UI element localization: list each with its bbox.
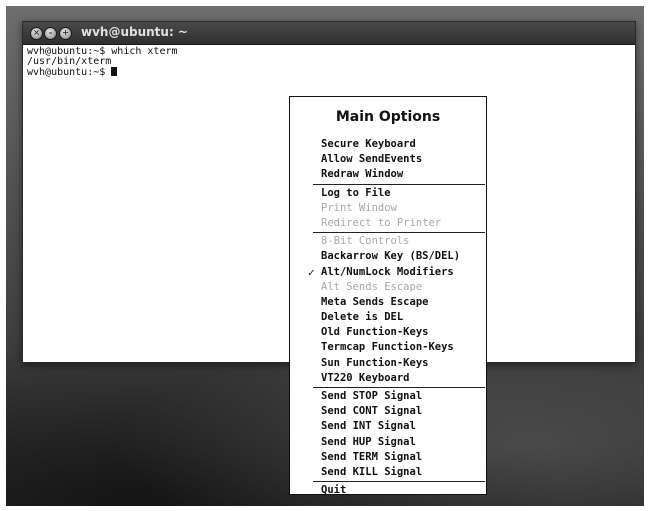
menu-item-label: Alt/NumLock Modifiers — [321, 265, 454, 278]
menu-item-send-hup-signal[interactable]: Send HUP Signal — [290, 435, 486, 450]
menu-item-label: Send STOP Signal — [321, 390, 423, 402]
close-window-button[interactable]: × — [30, 27, 43, 40]
menu-item-label: Redraw Window — [321, 168, 404, 181]
menu-item-send-term-signal[interactable]: Send TERM Signal — [290, 450, 486, 465]
menu-item-backarrow-key-bs-del[interactable]: Backarrow Key (BS/DEL) — [290, 249, 486, 264]
menu-item-label: Sun Function-Keys — [321, 356, 429, 369]
menu-item-label: Old Function-Keys — [321, 326, 429, 339]
close-icon: × — [33, 28, 40, 37]
menu-item-log-to-file[interactable]: Log to File — [290, 186, 486, 201]
menu-item-label: Send KILL Signal — [321, 465, 423, 478]
menu-item-send-stop-signal[interactable]: Send STOP Signal — [290, 389, 486, 404]
menu-item-send-kill-signal[interactable]: Send KILL Signal — [290, 465, 486, 480]
menu-item-label: Alt Sends Escape — [321, 280, 423, 293]
menu-item-alt-sends-escape: Alt Sends Escape — [290, 280, 486, 295]
menu-separator — [313, 481, 485, 483]
menu-item-label: Meta Sends Escape — [321, 295, 429, 308]
main-options-menu: Main Options Secure Keyboard Allow SendEv… — [289, 96, 487, 498]
menu-item-label: Quit — [321, 484, 347, 497]
menu-title: Main Options — [335, 109, 441, 125]
menu-item-label: Delete is DEL — [321, 311, 404, 324]
maximize-icon: + — [62, 28, 69, 37]
terminal-line: /usr/bin/xterm — [27, 56, 112, 67]
menu-item-sun-function-keys[interactable]: Sun Function-Keys — [290, 356, 486, 371]
window-titlebar[interactable]: × – + wvh@ubuntu: ~ — [23, 22, 635, 45]
minimize-icon: – — [48, 28, 53, 37]
text-cursor — [111, 67, 118, 76]
menu-item-label: Secure Keyboard — [321, 138, 416, 150]
menu-item-alt-numlock-modifiers[interactable]: ✓ Alt/NumLock Modifiers — [290, 265, 486, 280]
menu-item-label: Send HUP Signal — [321, 435, 416, 448]
menu-item-label: Send CONT Signal — [321, 405, 423, 418]
minimize-window-button[interactable]: – — [44, 27, 57, 40]
menu-item-quit[interactable]: Quit — [290, 483, 486, 498]
menu-item-allow-sendevents[interactable]: Allow SendEvents — [290, 152, 486, 167]
menu-item-8-bit-controls: 8-Bit Controls — [290, 234, 486, 249]
window-title: wvh@ubuntu: ~ — [81, 25, 188, 39]
menu-separator — [313, 232, 485, 234]
menu-item-label: Send TERM Signal — [321, 450, 423, 463]
menu-item-label: VT220 Keyboard — [321, 371, 410, 384]
checkmark-icon: ✓ — [308, 265, 315, 279]
menu-items: Secure Keyboard Allow SendEvents Redraw Wi… — [290, 137, 486, 498]
menu-item-label: Send INT Signal — [321, 420, 416, 433]
menu-item-delete-is-del[interactable]: Delete is DEL — [290, 310, 486, 325]
menu-separator — [313, 387, 485, 388]
menu-item-old-function-keys[interactable]: Old Function-Keys — [290, 325, 486, 340]
menu-item-send-cont-signal[interactable]: Send CONT Signal — [290, 404, 486, 419]
menu-item-label: Termcap Function-Keys — [321, 341, 454, 354]
maximize-window-button[interactable]: + — [59, 27, 72, 40]
menu-item-redirect-to-printer: Redirect to Printer — [290, 216, 486, 231]
menu-item-label: Backarrow Key (BS/DEL) — [321, 250, 461, 263]
menu-item-label: Log to File — [321, 186, 391, 199]
menu-item-redraw-window[interactable]: Redraw Window — [290, 167, 486, 182]
terminal-line: wvh@ubuntu:~$ which xterm — [27, 46, 178, 57]
menu-item-termcap-function-keys[interactable]: Termcap Function-Keys — [290, 340, 486, 355]
menu-item-print-window: Print Window — [290, 201, 486, 216]
menu-item-vt220-keyboard[interactable]: VT220 Keyboard — [290, 371, 486, 386]
menu-item-send-int-signal[interactable]: Send INT Signal — [290, 419, 486, 434]
menu-item-label: Allow SendEvents — [321, 153, 423, 166]
menu-item-label: 8-Bit Controls — [321, 235, 410, 248]
menu-separator — [313, 183, 485, 185]
terminal-prompt: wvh@ubuntu:~$ — [27, 67, 112, 78]
menu-item-label: Print Window — [321, 201, 397, 214]
terminal-prompt-line: wvh@ubuntu:~$ — [27, 67, 631, 78]
menu-item-secure-keyboard[interactable]: Secure Keyboard — [290, 137, 486, 152]
menu-item-label: Redirect to Printer — [321, 216, 442, 229]
menu-item-meta-sends-escape[interactable]: Meta Sends Escape — [290, 295, 486, 310]
